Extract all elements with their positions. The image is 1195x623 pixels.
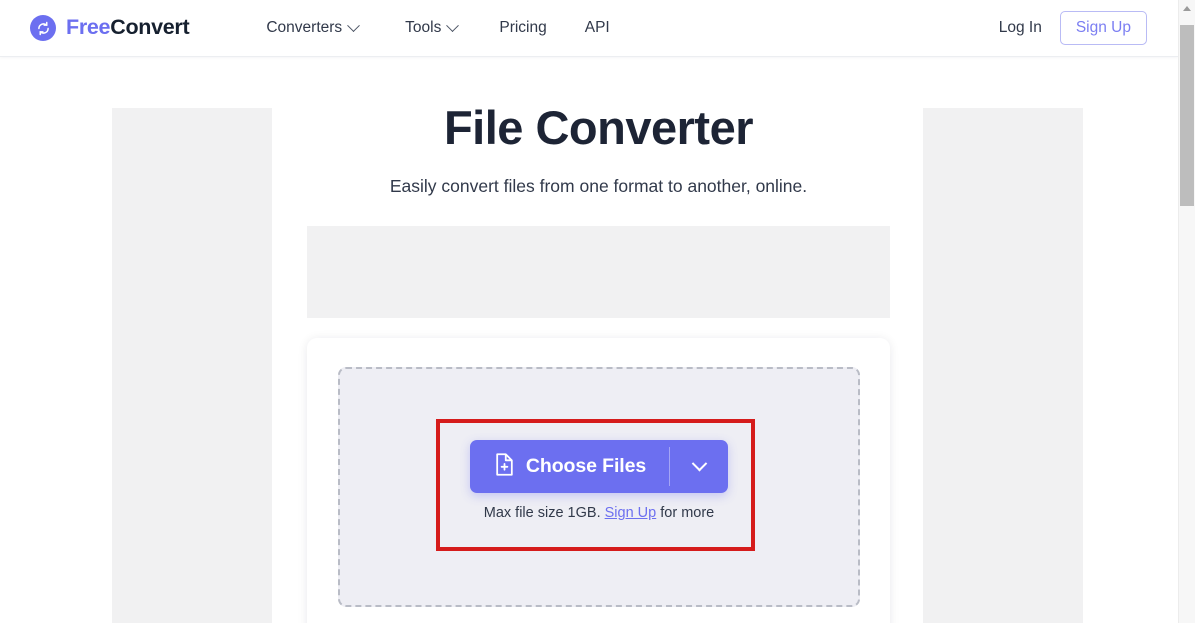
- page-root: FreeConvert Converters Tools Pricing API…: [0, 0, 1195, 623]
- site-header: FreeConvert Converters Tools Pricing API…: [0, 0, 1178, 57]
- signup-button[interactable]: Sign Up: [1059, 10, 1147, 46]
- header-account-actions: Log In Sign Up: [999, 10, 1147, 46]
- choose-files-block: Choose Files Max file size 1GB. Sign Up …: [340, 440, 858, 522]
- choose-files-button[interactable]: Choose Files: [469, 440, 729, 493]
- page-title: File Converter: [443, 101, 754, 154]
- center-column: File Converter Easily convert files from…: [307, 57, 890, 623]
- chevron-down-icon: [347, 18, 361, 32]
- choose-files-label: Choose Files: [525, 454, 647, 477]
- page-subtitle: Easily convert files from one format to …: [389, 176, 808, 197]
- left-ad-placeholder: [112, 108, 272, 623]
- max-file-size-suffix: for more: [656, 505, 715, 521]
- right-ad-placeholder: [923, 108, 1083, 623]
- file-plus-icon: [494, 452, 515, 481]
- choose-files-main-action[interactable]: Choose Files: [470, 440, 669, 493]
- brand-name-first: Free: [66, 15, 111, 40]
- nav-item-api[interactable]: API: [585, 20, 610, 36]
- nav-item-tools-label: Tools: [405, 19, 442, 37]
- converter-card: Choose Files Max file size 1GB. Sign Up …: [307, 338, 890, 623]
- brand-name-second: Convert: [110, 15, 190, 40]
- nav-item-pricing-label: Pricing: [499, 19, 547, 37]
- chevron-down-icon: [446, 18, 460, 32]
- nav-item-converters[interactable]: Converters: [266, 18, 361, 37]
- page-scrollbar[interactable]: [1178, 0, 1195, 623]
- max-file-size-note: Max file size 1GB. Sign Up for more: [484, 505, 714, 522]
- file-dropzone[interactable]: Choose Files Max file size 1GB. Sign Up …: [338, 367, 860, 607]
- refresh-circle-icon: [30, 15, 56, 41]
- brand-logo-link[interactable]: FreeConvert: [30, 15, 190, 41]
- nav-item-tools[interactable]: Tools: [405, 18, 460, 37]
- nav-item-converters-label: Converters: [266, 19, 343, 37]
- page-content: File Converter Easily convert files from…: [0, 57, 1178, 623]
- scrollbar-thumb[interactable]: [1180, 25, 1194, 206]
- caret-up-icon[interactable]: [1179, 0, 1195, 17]
- max-file-size-signup-link[interactable]: Sign Up: [605, 505, 657, 521]
- chevron-down-icon: [691, 455, 707, 472]
- max-file-size-prefix: Max file size 1GB.: [483, 505, 605, 521]
- main-navigation: Converters Tools Pricing API: [266, 18, 610, 37]
- login-link[interactable]: Log In: [999, 20, 1042, 36]
- brand-name: FreeConvert: [66, 15, 190, 40]
- top-banner-placeholder: [307, 226, 890, 318]
- choose-files-dropdown-toggle[interactable]: [670, 440, 728, 493]
- nav-item-api-label: API: [584, 19, 610, 37]
- nav-item-pricing[interactable]: Pricing: [499, 20, 546, 36]
